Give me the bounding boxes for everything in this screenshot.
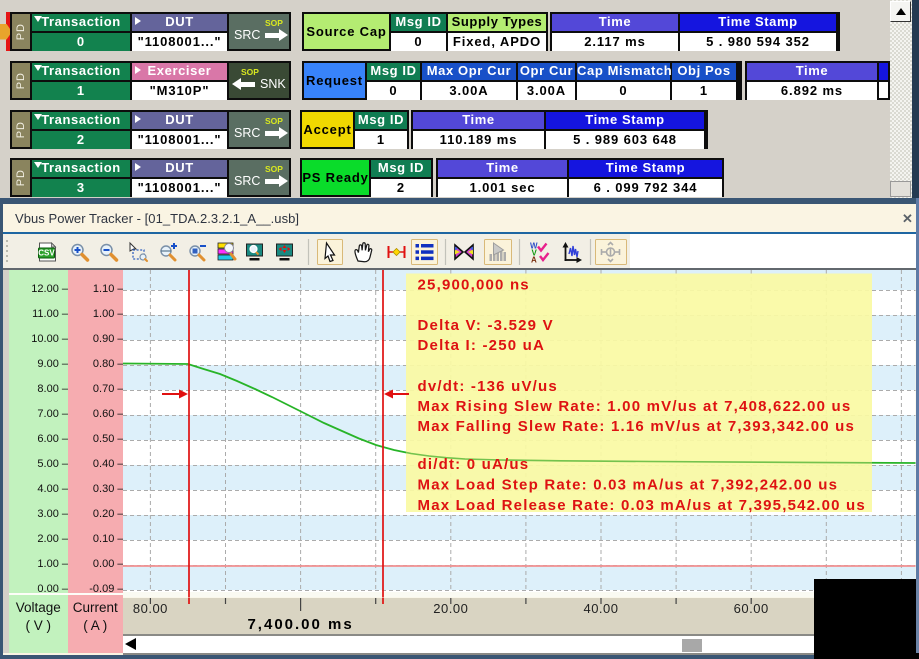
svg-text:dv/dt: -136 uV/us: dv/dt: -136 uV/us [418, 378, 558, 395]
svg-text:Max Falling Slew Rate: 1.16 mV: Max Falling Slew Rate: 1.16 mV/us at 7,3… [418, 418, 856, 435]
svg-text:A: A [531, 255, 537, 264]
svg-text:20.00: 20.00 [433, 601, 468, 616]
svg-text:Delta V: -3.529 V: Delta V: -3.529 V [418, 317, 554, 334]
svg-text:Max Load Release Rate: 0.03 mA: Max Load Release Rate: 0.03 mA/us at 7,3… [418, 497, 866, 514]
svg-text:Max Rising Slew Rate: 1.00 mV/: Max Rising Slew Rate: 1.00 mV/us at 7,40… [418, 398, 852, 415]
svg-text:Delta I: -250 uA: Delta I: -250 uA [418, 337, 546, 354]
svg-text:60.00: 60.00 [734, 601, 769, 616]
svg-text:80.00: 80.00 [133, 601, 168, 616]
svg-text:40.00: 40.00 [583, 601, 618, 616]
svg-text:7,400.00 ms: 7,400.00 ms [247, 616, 353, 633]
svg-text:25,900,000 ns: 25,900,000 ns [418, 277, 530, 294]
svg-text:CSV: CSV [38, 248, 55, 257]
svg-text:di/dt: 0 uA/us: di/dt: 0 uA/us [418, 456, 530, 473]
svg-text:Max Load Step Rate: 0.03 mA/us: Max Load Step Rate: 0.03 mA/us at 7,392,… [418, 477, 839, 494]
